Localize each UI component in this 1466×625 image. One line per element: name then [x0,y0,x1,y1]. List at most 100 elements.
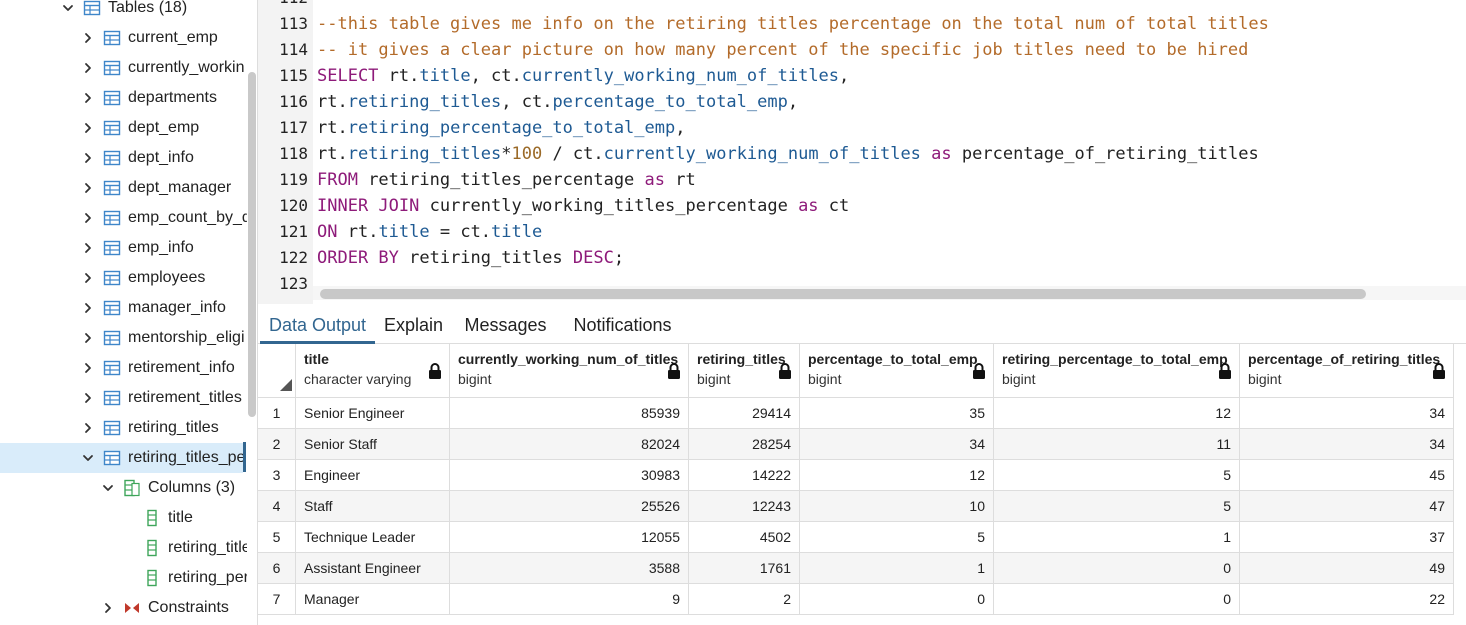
table-cell[interactable]: Staff [296,491,450,522]
table-cell[interactable]: 37 [1240,522,1454,553]
chevron-right-icon[interactable] [81,361,95,375]
table-cell[interactable]: 22 [1240,584,1454,615]
table-cell[interactable]: 4502 [689,522,800,553]
table-cell[interactable]: Senior Staff [296,429,450,460]
chevron-right-icon[interactable] [81,301,95,315]
table-cell[interactable]: 5 [800,522,994,553]
row-number[interactable]: 5 [258,522,296,553]
tree-table-item[interactable]: departments [0,83,247,113]
table-cell[interactable]: 14222 [689,460,800,491]
code-line[interactable]: rt.retiring_titles, ct.percentage_to_tot… [317,89,798,115]
tree-table-item[interactable]: current_emp [0,23,247,53]
table-cell[interactable]: 0 [800,584,994,615]
table-cell[interactable]: 12055 [450,522,689,553]
chevron-right-icon[interactable] [81,331,95,345]
code-line[interactable]: FROM retiring_titles_percentage as rt [317,167,696,193]
chevron-right-icon[interactable] [81,421,95,435]
tree-table-item[interactable]: retiring_titles [0,413,247,443]
chevron-right-icon[interactable] [81,241,95,255]
tab-notifications[interactable]: Notifications [563,304,682,344]
tree-table-item[interactable]: currently_workin [0,53,247,83]
code-line[interactable]: -- it gives a clear picture on how many … [317,37,1248,63]
table-cell[interactable]: 10 [800,491,994,522]
tree-table-item[interactable]: dept_manager [0,173,247,203]
chevron-right-icon[interactable] [81,31,95,45]
column-header[interactable]: retiring_percentage_to_total_emp bigint [994,344,1240,398]
tree-constraints-group[interactable]: Constraints [0,593,247,623]
table-cell[interactable]: 11 [994,429,1240,460]
code-line[interactable]: rt.retiring_percentage_to_total_emp, [317,115,685,141]
table-cell[interactable]: 1761 [689,553,800,584]
table-cell[interactable]: 0 [994,553,1240,584]
row-number[interactable]: 2 [258,429,296,460]
chevron-down-icon[interactable] [101,481,115,495]
chevron-right-icon[interactable] [81,91,95,105]
table-cell[interactable]: 0 [994,584,1240,615]
row-number[interactable]: 1 [258,398,296,429]
select-all-triangle-icon[interactable] [280,379,292,391]
column-header[interactable]: percentage_to_total_emp bigint [800,344,994,398]
tree-table-item[interactable]: retirement_info [0,353,247,383]
table-cell[interactable]: 34 [800,429,994,460]
table-cell[interactable]: 45 [1240,460,1454,491]
row-number[interactable]: 3 [258,460,296,491]
code-line[interactable]: ORDER BY retiring_titles DESC; [317,245,624,271]
table-cell[interactable]: 3588 [450,553,689,584]
table-cell[interactable]: 85939 [450,398,689,429]
query-editor[interactable]: 112 113 114 115 116 117 118 119 120 121 122 123 --t… [258,0,1466,304]
code-line[interactable]: ON rt.title = ct.title [317,219,542,245]
table-cell[interactable]: 35 [800,398,994,429]
chevron-right-icon[interactable] [81,211,95,225]
table-cell[interactable]: Engineer [296,460,450,491]
column-header[interactable]: currently_working_num_of_titles bigint [450,344,689,398]
table-cell[interactable]: 1 [994,522,1240,553]
table-cell[interactable]: 49 [1240,553,1454,584]
sidebar-scrollbar[interactable] [248,72,256,417]
table-cell[interactable]: Assistant Engineer [296,553,450,584]
row-number[interactable]: 7 [258,584,296,615]
grid-corner[interactable] [258,344,296,398]
row-number[interactable]: 6 [258,553,296,584]
table-cell[interactable]: 82024 [450,429,689,460]
tree-column-item[interactable]: retiring_title [0,533,247,563]
tree-table-item[interactable]: dept_emp [0,113,247,143]
table-cell[interactable]: 5 [994,460,1240,491]
chevron-right-icon[interactable] [81,121,95,135]
table-cell[interactable]: Senior Engineer [296,398,450,429]
chevron-down-icon[interactable] [61,1,75,15]
tree-table-item[interactable]: emp_count_by_d [0,203,247,233]
table-cell[interactable]: 1 [800,553,994,584]
tree-table-item[interactable]: employees [0,263,247,293]
tree-table-item[interactable]: retiring_titles_pe [0,443,243,473]
table-cell[interactable]: 12 [994,398,1240,429]
chevron-right-icon[interactable] [81,151,95,165]
table-cell[interactable]: 25526 [450,491,689,522]
column-header[interactable]: percentage_of_retiring_titles bigint [1240,344,1454,398]
table-cell[interactable]: Technique Leader [296,522,450,553]
tab-data-output[interactable]: Data Output [260,304,375,344]
chevron-right-icon[interactable] [81,61,95,75]
tab-messages[interactable]: Messages [458,304,553,344]
table-cell[interactable]: 12243 [689,491,800,522]
table-cell[interactable]: 47 [1240,491,1454,522]
tree-columns-group[interactable]: Columns (3) [0,473,247,503]
code-line[interactable]: rt.retiring_titles*100 / ct.currently_wo… [317,141,1259,167]
chevron-right-icon[interactable] [81,391,95,405]
tree-table-item[interactable]: manager_info [0,293,247,323]
table-cell[interactable]: 29414 [689,398,800,429]
code-line[interactable]: --this table gives me info on the retiri… [317,11,1269,37]
table-cell[interactable]: 34 [1240,398,1454,429]
table-cell[interactable]: 2 [689,584,800,615]
table-cell[interactable]: 28254 [689,429,800,460]
tree-table-item[interactable]: mentorship_eligi [0,323,247,353]
table-cell[interactable]: 9 [450,584,689,615]
tree-table-item[interactable]: emp_info [0,233,247,263]
chevron-right-icon[interactable] [81,181,95,195]
tab-explain[interactable]: Explain [377,304,450,344]
table-cell[interactable]: 30983 [450,460,689,491]
table-cell[interactable]: 34 [1240,429,1454,460]
tree-column-item[interactable]: retiring_perc [0,563,247,593]
chevron-right-icon[interactable] [101,601,115,615]
tree-table-item[interactable]: dept_info [0,143,247,173]
table-cell[interactable]: 5 [994,491,1240,522]
